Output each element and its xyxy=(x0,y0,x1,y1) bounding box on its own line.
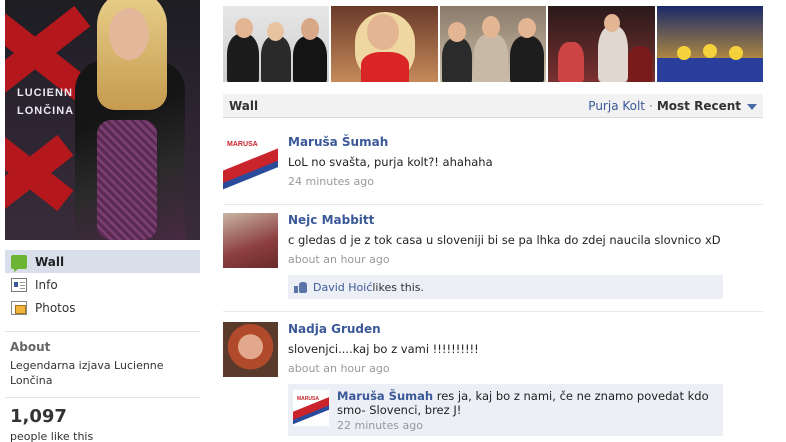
photo-thumbnail[interactable] xyxy=(548,6,655,82)
face-graphic xyxy=(301,18,319,40)
avatar[interactable] xyxy=(223,213,278,268)
dress-graphic xyxy=(97,120,157,240)
comment-avatar[interactable]: MARUSA xyxy=(293,390,329,426)
likes-count[interactable]: 1,097 xyxy=(10,406,67,427)
nav-item-photos[interactable]: Photos xyxy=(5,296,200,319)
photo-strip xyxy=(223,6,764,82)
nav-item-wall[interactable]: Wall xyxy=(5,250,200,273)
person-figure xyxy=(261,36,291,82)
post-timestamp[interactable]: about an hour ago xyxy=(288,362,758,375)
post-message: c gledas d je z tok casa u sloveniji bi … xyxy=(288,233,721,247)
person-figure xyxy=(227,34,259,82)
post-body: Nejc Mabbitt c gledas d je z tok casa u … xyxy=(288,213,758,266)
nav-item-info[interactable]: Info xyxy=(5,273,200,296)
likes-label: people like this xyxy=(10,430,94,442)
profile-nav: Wall Info Photos xyxy=(5,250,200,319)
photo-thumbnail[interactable] xyxy=(656,6,764,82)
person-figure xyxy=(293,36,327,82)
nav-item-label: Wall xyxy=(35,254,65,269)
post-timestamp[interactable]: about an hour ago xyxy=(288,253,758,266)
wall-post: Nadja Gruden slovenjci....kaj bo z vami … xyxy=(223,322,763,442)
star-graphic xyxy=(702,44,717,58)
profile-picture[interactable]: LUCIENN LONČINA xyxy=(5,0,200,240)
post-author[interactable]: Nadja Gruden xyxy=(288,322,758,336)
divider xyxy=(223,204,763,205)
divider xyxy=(5,331,200,332)
avatar[interactable]: MARUSA xyxy=(223,135,278,190)
nav-item-label: Info xyxy=(35,277,58,292)
face-graphic xyxy=(447,22,466,42)
separator: · xyxy=(649,98,653,113)
comment-timestamp[interactable]: 22 minutes ago xyxy=(337,419,717,433)
most-recent-label: Most Recent xyxy=(656,98,741,113)
likes-suffix: likes this. xyxy=(372,280,425,294)
comment-author[interactable]: Maruša Šumah xyxy=(337,389,433,403)
post-message: slovenjci....kaj bo z vami !!!!!!!!!! xyxy=(288,342,479,356)
divider xyxy=(223,311,763,312)
post-message: LoL no svašta, purja kolt?! ahahaha xyxy=(288,155,493,169)
about-text: Legendarna izjava Lucienne Lončina xyxy=(10,359,164,387)
nav-item-label: Photos xyxy=(35,300,76,315)
comment-body: Maruša Šumah res ja, kaj bo z nami, če n… xyxy=(337,389,717,433)
wall-icon xyxy=(11,254,27,272)
avatar-logo: MARUSA xyxy=(227,141,258,148)
avatar[interactable] xyxy=(223,322,278,377)
person-figure xyxy=(598,26,629,82)
post-body: Maruša Šumah LoL no svašta, purja kolt?!… xyxy=(288,135,758,188)
comment: MARUSA Maruša Šumah res ja, kaj bo z nam… xyxy=(288,384,723,436)
stage-graphic xyxy=(656,58,764,82)
photo-thumbnail[interactable] xyxy=(439,6,547,82)
post-body: Nadja Gruden slovenjci....kaj bo z vami … xyxy=(288,322,758,375)
profile-photo-logo: LUCIENN LONČINA xyxy=(17,87,75,117)
post-likes: David Hoić likes this. xyxy=(288,275,723,299)
chevron-down-icon xyxy=(747,103,757,110)
most-recent-dropdown[interactable]: Most Recent xyxy=(657,99,757,113)
photos-icon xyxy=(11,300,27,315)
face-graphic xyxy=(481,16,500,38)
face-graphic xyxy=(517,18,536,38)
liker-name[interactable]: David Hoić xyxy=(313,281,372,294)
left-column: LUCIENN LONČINA Wall Info Photos About L… xyxy=(5,0,200,442)
wall-header: Wall Purja Kolt · Most Recent xyxy=(223,94,763,118)
face-graphic xyxy=(267,22,284,41)
wall-filters: Purja Kolt · Most Recent xyxy=(588,99,757,113)
post-author[interactable]: Nejc Mabbitt xyxy=(288,213,758,227)
filter-purja-kolt-link[interactable]: Purja Kolt xyxy=(588,99,645,113)
photo-thumbnail[interactable] xyxy=(223,6,330,82)
post-author[interactable]: Maruša Šumah xyxy=(288,135,758,149)
avatar-logo: MARUSA xyxy=(297,396,319,402)
wall-title: Wall xyxy=(229,98,259,113)
dress-graphic xyxy=(361,52,410,82)
person-figure xyxy=(558,42,585,82)
face-graphic xyxy=(109,8,149,60)
person-figure xyxy=(628,46,653,82)
person-figure xyxy=(441,38,472,82)
divider xyxy=(5,397,200,398)
star-graphic xyxy=(676,46,691,60)
star-graphic xyxy=(728,46,743,60)
wall-post: MARUSA Maruša Šumah LoL no svašta, purja… xyxy=(223,135,763,195)
photo-thumbnail[interactable] xyxy=(331,6,438,82)
about-heading: About xyxy=(10,340,51,354)
wall-post: Nejc Mabbitt c gledas d je z tok casa u … xyxy=(223,213,763,303)
like-thumb-icon xyxy=(294,281,307,293)
person-figure xyxy=(473,34,508,82)
face-graphic xyxy=(235,18,253,38)
post-timestamp[interactable]: 24 minutes ago xyxy=(288,175,758,188)
person-figure xyxy=(509,36,544,82)
info-icon xyxy=(11,277,27,292)
